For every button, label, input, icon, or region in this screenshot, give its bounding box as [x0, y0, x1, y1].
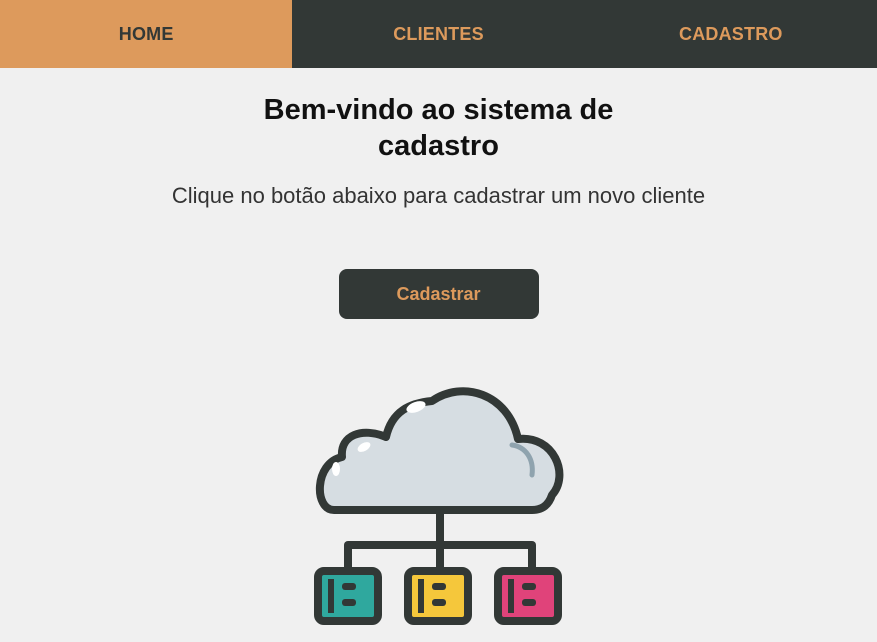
server-pink-icon [494, 567, 562, 625]
cloud-network-icon [312, 375, 568, 627]
navbar: HOME CLIENTES CADASTRO [0, 0, 877, 68]
main-content: Bem-vindo ao sistema de cadastro Clique … [0, 68, 877, 319]
cadastrar-button[interactable]: Cadastrar [338, 269, 539, 319]
page-subtitle: Clique no botão abaixo para cadastrar um… [171, 183, 706, 208]
server-teal-icon [314, 567, 382, 625]
page-title: Bem-vindo ao sistema de cadastro [263, 94, 614, 162]
server-yellow-icon [404, 567, 472, 625]
nav-item-clientes[interactable]: CLIENTES [292, 0, 584, 68]
nav-item-home[interactable]: HOME [0, 0, 293, 68]
nav-item-cadastro[interactable]: CADASTRO [585, 0, 877, 68]
